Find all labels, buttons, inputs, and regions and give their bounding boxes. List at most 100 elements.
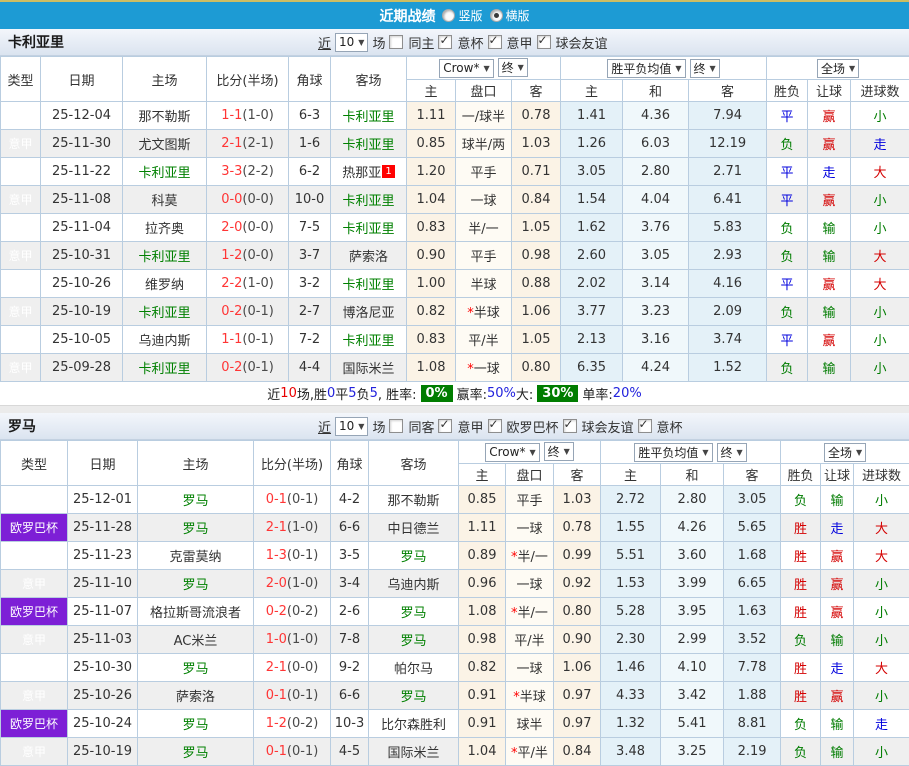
- result-goals: 小: [875, 634, 888, 649]
- match-count-select-label[interactable]: 10: [339, 35, 354, 49]
- avg-away-cell: 1.68: [724, 542, 781, 570]
- bookmaker-select[interactable]: Crow*▼: [485, 443, 539, 462]
- date-cell: 25-10-31: [41, 242, 123, 270]
- result-goals-cell: 小: [854, 570, 909, 598]
- sub-column-header: 胜负: [767, 80, 808, 102]
- recent-link[interactable]: 近: [318, 33, 331, 52]
- score-cell: 2-0(1-0): [254, 570, 331, 598]
- date-cell: 25-10-19: [41, 298, 123, 326]
- avg-final-select[interactable]: 终▼: [690, 59, 720, 78]
- halftime-score: (0-1): [287, 744, 318, 759]
- bookmaker-select-label[interactable]: Crow*: [489, 445, 525, 459]
- match-count-select-label[interactable]: 10: [339, 419, 354, 433]
- league-cell: 意甲: [1, 738, 68, 766]
- home-team-name: 罗马: [182, 578, 208, 593]
- match-count-select[interactable]: 10▼: [335, 33, 368, 52]
- result-handicap: 输: [831, 718, 844, 733]
- home-odds-cell: 0.83: [407, 326, 456, 354]
- date-cell: 25-11-03: [68, 626, 138, 654]
- competition-checkbox[interactable]: [488, 35, 502, 49]
- avg-select-label[interactable]: 胜平负均值: [638, 444, 698, 461]
- result-handicap-cell: 走: [821, 654, 854, 682]
- same-venue-label[interactable]: 同主: [408, 33, 434, 52]
- table-row: 意甲25-11-22卡利亚里3-3(2-2)6-2热那亚11.20平手0.713…: [1, 158, 909, 186]
- scope-select-label[interactable]: 全场: [821, 60, 845, 77]
- result-wdl-cell: 负: [767, 130, 808, 158]
- competition-label[interactable]: 欧罗巴杯: [507, 417, 559, 436]
- radio-icon[interactable]: [442, 9, 455, 22]
- layout-vertical-radio[interactable]: 竖版: [442, 7, 482, 24]
- avg-home-cell: 6.35: [561, 354, 623, 382]
- radio-vertical-label[interactable]: 竖版: [458, 7, 482, 24]
- competition-checkbox[interactable]: [488, 419, 502, 433]
- result-handicap-cell: 赢: [821, 542, 854, 570]
- scope-select[interactable]: 全场▼: [824, 443, 866, 462]
- competition-label[interactable]: 意甲: [457, 417, 483, 436]
- score-cell: 1-0(1-0): [254, 626, 331, 654]
- radio-horizontal-label[interactable]: 横版: [506, 7, 530, 24]
- handicap-cell: 球半: [506, 710, 554, 738]
- competition-label[interactable]: 球会友谊: [556, 33, 608, 52]
- away-odds-cell: 0.80: [512, 354, 561, 382]
- odds-final-select[interactable]: 终▼: [498, 58, 528, 77]
- avg-away-cell: 1.63: [724, 598, 781, 626]
- corner-cell: 3-5: [331, 542, 369, 570]
- result-handicap: 赢: [831, 550, 844, 565]
- recent-link[interactable]: 近: [318, 417, 331, 436]
- handicap-text: 一球: [516, 522, 542, 537]
- halftime-score: (1-0): [242, 276, 273, 291]
- away-team-name: 卡利亚里: [342, 138, 394, 153]
- competition-checkbox[interactable]: [438, 419, 452, 433]
- league-cell: 意甲: [1, 486, 68, 514]
- competition-checkbox[interactable]: [563, 419, 577, 433]
- avg-select[interactable]: 胜平负均值▼: [607, 59, 685, 78]
- bookmaker-select[interactable]: Crow*▼: [439, 59, 493, 78]
- odds-final-select-label[interactable]: 终: [502, 59, 514, 76]
- competition-label[interactable]: 球会友谊: [582, 417, 634, 436]
- same-venue-label[interactable]: 同客: [408, 417, 434, 436]
- competition-label[interactable]: 意杯: [657, 417, 683, 436]
- odds-final-select[interactable]: 终▼: [544, 442, 574, 461]
- date-cell: 25-10-19: [68, 738, 138, 766]
- summary-text: 20%: [613, 386, 642, 401]
- scope-select-label[interactable]: 全场: [828, 444, 852, 461]
- odds-final-select-label[interactable]: 终: [548, 443, 560, 460]
- competition-checkbox[interactable]: [537, 35, 551, 49]
- avg-select[interactable]: 胜平负均值▼: [634, 443, 712, 462]
- avg-final-select-label[interactable]: 终: [694, 60, 706, 77]
- avg-select-label[interactable]: 胜平负均值: [611, 60, 671, 77]
- away-team-cell: 热那亚1: [331, 158, 407, 186]
- competition-label[interactable]: 意甲: [507, 33, 533, 52]
- avg-away-cell: 1.52: [689, 354, 767, 382]
- same-venue-checkbox[interactable]: [389, 419, 403, 433]
- result-goals-cell: 大: [851, 242, 909, 270]
- fulltime-score: 0-2: [266, 604, 287, 619]
- bookmaker-select-label[interactable]: Crow*: [443, 61, 479, 75]
- result-handicap: 赢: [823, 110, 836, 125]
- result-handicap: 赢: [823, 194, 836, 209]
- radio-checked-icon[interactable]: [490, 9, 503, 22]
- result-handicap-cell: 赢: [821, 598, 854, 626]
- avg-final-select[interactable]: 终▼: [717, 443, 747, 462]
- away-team-name: 萨索洛: [349, 250, 388, 265]
- avg-final-select-label[interactable]: 终: [721, 444, 733, 461]
- match-count-select[interactable]: 10▼: [335, 417, 368, 436]
- competition-label[interactable]: 意杯: [457, 33, 483, 52]
- result-goals: 大: [874, 278, 887, 293]
- competition-checkbox[interactable]: [638, 419, 652, 433]
- summary-text: 5: [348, 386, 356, 401]
- score-cell: 1-2(0-2): [254, 710, 331, 738]
- away-team-cell: 乌迪内斯: [369, 570, 459, 598]
- layout-horizontal-radio[interactable]: 横版: [490, 7, 530, 24]
- scope-select[interactable]: 全场▼: [817, 59, 859, 78]
- away-team-name: 乌迪内斯: [387, 578, 439, 593]
- summary-text: 5: [370, 386, 378, 401]
- competition-checkbox[interactable]: [438, 35, 452, 49]
- home-odds-cell: 0.82: [407, 298, 456, 326]
- corner-cell: 3-4: [331, 570, 369, 598]
- result-wdl-cell: 负: [767, 214, 808, 242]
- score-cell: 0-2(0-1): [207, 298, 289, 326]
- home-team-cell: 维罗纳: [123, 270, 207, 298]
- avg-home-cell: 2.02: [561, 270, 623, 298]
- same-venue-checkbox[interactable]: [389, 35, 403, 49]
